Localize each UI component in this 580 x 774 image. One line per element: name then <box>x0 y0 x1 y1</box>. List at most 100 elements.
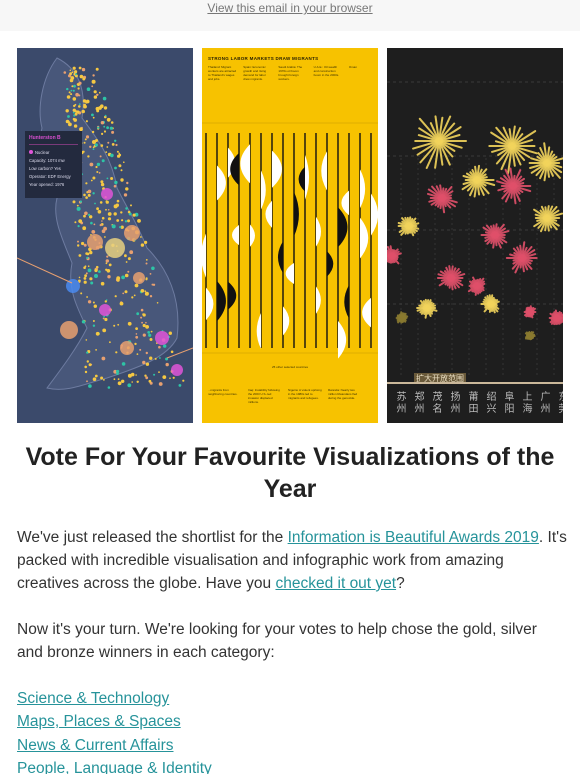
power-plant-dot <box>130 372 135 377</box>
power-plant-dot <box>83 141 86 144</box>
migration-bump <box>338 207 348 248</box>
uk-power-map-image[interactable]: Hunterston B Nuclear Capacity: 1074 mw L… <box>17 48 193 423</box>
large-plant-bubble <box>124 225 140 241</box>
power-plant-dot <box>117 378 120 380</box>
burst-mark <box>467 276 486 296</box>
power-plant-dot <box>126 181 129 185</box>
migrants-title: STRONG LABOR MARKETS DRAW MIGRANTS <box>208 56 319 61</box>
burst-axis-line <box>387 382 563 384</box>
power-plant-dot <box>67 115 70 118</box>
power-plant-dot <box>107 217 112 221</box>
migration-bump <box>277 241 283 274</box>
power-plant-dot <box>86 87 91 91</box>
power-plant-dot <box>85 120 88 123</box>
power-plant-dot <box>103 379 105 381</box>
power-plant-dot <box>100 281 105 286</box>
power-plant-dot <box>105 208 107 211</box>
power-plant-dot <box>101 216 105 220</box>
power-plant-dot <box>148 333 152 337</box>
burst-mark <box>397 216 420 237</box>
power-plant-dot <box>91 130 95 134</box>
power-plant-dot <box>110 153 114 158</box>
power-plant-dot <box>84 211 88 216</box>
power-plant-dot <box>87 193 91 197</box>
migration-bump <box>250 224 255 247</box>
power-plant-dot <box>95 349 97 351</box>
power-plant-dot <box>102 96 107 101</box>
power-plant-dot <box>76 204 79 207</box>
city-label: 郑州 <box>414 392 425 415</box>
power-plant-dot <box>88 384 92 388</box>
migration-bump <box>261 170 266 210</box>
power-plant-dot <box>63 71 67 74</box>
power-plant-dot <box>145 277 148 280</box>
category-link-science[interactable]: Science & Technology <box>17 687 212 710</box>
power-plant-dot <box>104 114 107 117</box>
power-plant-dot <box>91 230 96 234</box>
burst-mark <box>427 184 458 214</box>
power-plant-dot <box>84 370 88 374</box>
power-plant-dot <box>121 275 125 280</box>
power-plant-dot <box>154 357 157 360</box>
power-plant-dot <box>123 193 128 197</box>
power-plant-dot <box>136 353 139 355</box>
awards-link[interactable]: Information is Beautiful Awards 2019 <box>288 529 539 546</box>
power-plant-dot <box>95 331 100 336</box>
power-plant-dot <box>94 374 98 378</box>
power-plant-dot <box>131 381 133 383</box>
power-plant-dot <box>85 99 90 104</box>
migrants-chart-image[interactable]: STRONG LABOR MARKETS DRAW MIGRANTS Thail… <box>202 48 378 423</box>
burst-mark <box>496 167 532 205</box>
nuclear-dot-icon <box>29 150 33 154</box>
power-plant-dot <box>72 200 76 204</box>
category-link-people[interactable]: People, Language & Identity <box>17 757 212 774</box>
power-plant-dot <box>69 69 72 72</box>
power-plant-dot <box>119 226 122 229</box>
power-plant-dot <box>93 95 98 99</box>
power-plant-dot <box>92 74 95 77</box>
migrants-column-text: U.A.E.: Oil wealth and construction boom… <box>313 65 340 77</box>
power-plant-dot <box>81 67 86 72</box>
migration-bump <box>327 251 334 277</box>
power-plant-dot <box>107 275 111 279</box>
power-plant-dot <box>76 83 80 86</box>
power-plant-dot <box>101 220 103 222</box>
power-plant-dot <box>178 384 182 387</box>
power-plant-dot <box>92 301 95 304</box>
power-plant-dot <box>137 219 141 223</box>
large-plant-bubble <box>171 364 183 376</box>
power-plant-dot <box>81 109 85 114</box>
china-burst-chart-image[interactable]: 扩大开放范围 苏州郑州茂名扬州莆田绍兴阜阳上海广州东莞 <box>387 48 563 423</box>
power-plant-dot <box>135 374 137 376</box>
power-plant-dot <box>121 219 124 222</box>
power-plant-dot <box>85 339 88 341</box>
power-plant-dot <box>79 74 84 79</box>
migration-bump <box>360 169 366 209</box>
power-plant-dot <box>71 85 74 88</box>
power-plant-dot <box>101 229 106 233</box>
power-plant-dot <box>107 141 110 144</box>
power-plant-dot <box>86 351 89 354</box>
burst-mark <box>523 305 537 319</box>
power-plant-dot <box>100 121 105 125</box>
migrants-column-text: Saudi Arabia: The 1970s oil boom brought… <box>278 65 303 81</box>
city-label: 茂名 <box>432 392 443 415</box>
category-link-maps[interactable]: Maps, Places & Spaces <box>17 710 212 733</box>
power-plant-dot <box>96 171 99 173</box>
burst-mark <box>395 311 409 324</box>
category-link-news[interactable]: News & Current Affairs <box>17 734 212 757</box>
migration-bump <box>362 297 371 328</box>
city-label: 苏州 <box>396 392 407 415</box>
checked-it-out-link[interactable]: checked it out yet <box>275 575 396 592</box>
view-in-browser-link[interactable]: View this email in your browser <box>207 1 372 15</box>
power-plant-dot <box>134 342 137 346</box>
power-plant-dot <box>78 66 82 70</box>
power-plant-dot <box>92 140 96 144</box>
power-plant-dot <box>92 320 95 322</box>
power-plant-dot <box>107 212 112 216</box>
power-plant-dot <box>103 315 105 318</box>
power-plant-dot <box>156 302 159 304</box>
power-plant-dot <box>68 122 72 127</box>
burst-mark <box>548 309 563 326</box>
power-plant-dot <box>96 207 99 211</box>
